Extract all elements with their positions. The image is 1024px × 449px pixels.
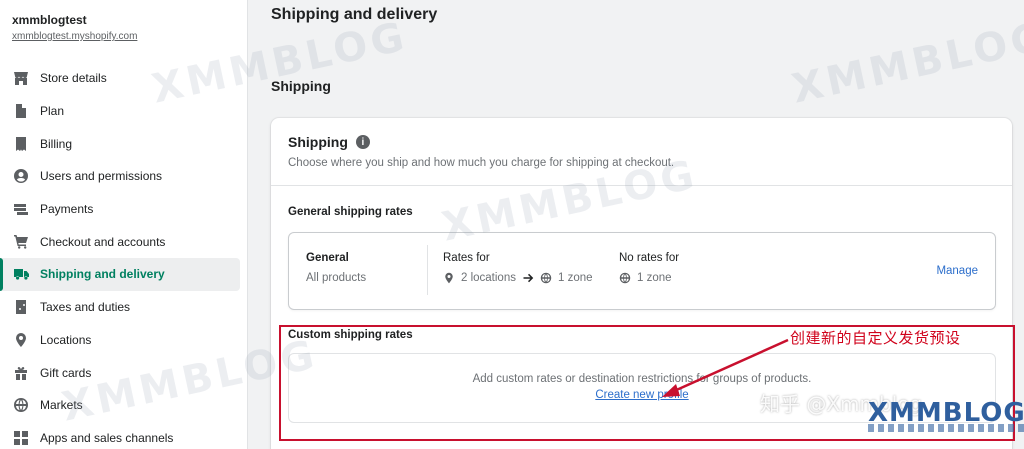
main-content: Shipping and delivery Shipping Shipping …	[248, 0, 1024, 449]
custom-rates-title: Custom shipping rates	[288, 329, 413, 341]
sidebar-item-label: Gift cards	[40, 365, 92, 380]
apps-icon	[12, 429, 30, 447]
card-subtitle: Choose where you ship and how much you c…	[288, 157, 675, 169]
general-profile[interactable]: General All products Rates for 2 locatio…	[288, 232, 996, 310]
annotation-label: 创建新的自定义发货预设	[790, 329, 961, 347]
sidebar-item-store-details[interactable]: Store details	[0, 62, 247, 95]
profile-name: General	[306, 252, 349, 264]
sidebar-item-plan[interactable]: Plan	[0, 95, 247, 128]
globe-icon	[12, 396, 30, 414]
section-heading: Shipping	[271, 78, 331, 94]
sidebar-item-label: Store details	[40, 71, 107, 86]
no-rates-zone-count: 1 zone	[637, 272, 672, 284]
billing-icon	[12, 135, 30, 153]
sidebar-item-label: Checkout and accounts	[40, 234, 166, 249]
gift-icon	[12, 364, 30, 382]
cart-icon	[12, 233, 30, 251]
custom-rates-description: Add custom rates or destination restrict…	[472, 373, 812, 385]
manage-link[interactable]: Manage	[936, 265, 978, 277]
locations-count: 2 locations	[461, 272, 516, 284]
sidebar-item-locations[interactable]: Locations	[0, 324, 247, 357]
payments-icon	[12, 200, 30, 218]
create-new-profile-link[interactable]: Create new profile	[595, 389, 688, 401]
tax-icon	[12, 298, 30, 316]
sidebar-item-taxes-and-duties[interactable]: Taxes and duties	[0, 291, 247, 324]
store-name: xmmblogtest	[12, 13, 87, 27]
plan-icon	[12, 102, 30, 120]
sidebar-item-label: Payments	[40, 202, 94, 217]
no-rates-col: No rates for 1 zone	[619, 252, 679, 284]
sidebar-item-label: Markets	[40, 398, 83, 413]
sidebar-item-label: Users and permissions	[40, 169, 163, 184]
settings-sidebar: xmmblogtest xmmblogtest.myshopify.com St…	[0, 0, 248, 449]
sidebar-item-users-and-permissions[interactable]: Users and permissions	[0, 160, 247, 193]
sidebar-item-markets[interactable]: Markets	[0, 389, 247, 422]
globe-icon	[540, 272, 552, 284]
sidebar-item-label: Shipping and delivery	[40, 267, 165, 282]
shipping-card: Shipping i Choose where you ship and how…	[271, 118, 1012, 449]
profile-name-col: General All products	[306, 252, 366, 284]
store-url-link[interactable]: xmmblogtest.myshopify.com	[12, 31, 235, 42]
truck-icon	[12, 265, 30, 283]
sidebar-item-apps-and-sales-channels[interactable]: Apps and sales channels	[0, 422, 247, 449]
store-header: xmmblogtest xmmblogtest.myshopify.com	[0, 0, 247, 48]
divider	[427, 245, 428, 295]
rates-for-label: Rates for	[443, 252, 490, 264]
rates-for-col: Rates for 2 locations 1 zone	[443, 252, 593, 284]
user-icon	[12, 167, 30, 185]
sidebar-item-label: Billing	[40, 136, 73, 151]
sidebar-item-checkout-and-accounts[interactable]: Checkout and accounts	[0, 225, 247, 258]
sidebar-item-label: Plan	[40, 104, 65, 119]
sidebar-item-label: Taxes and duties	[40, 300, 131, 315]
location-icon	[12, 331, 30, 349]
page-title: Shipping and delivery	[271, 6, 438, 23]
settings-nav: Store details Plan Billing Users and permis…	[0, 62, 247, 449]
no-rates-label: No rates for	[619, 252, 680, 264]
sidebar-item-label: Apps and sales channels	[40, 430, 174, 445]
zone-count: 1 zone	[557, 272, 593, 284]
store-icon	[12, 69, 30, 87]
globe-icon	[619, 272, 631, 284]
profile-products: All products	[306, 272, 367, 284]
card-header: Shipping i Choose where you ship and how…	[271, 118, 1012, 186]
info-icon[interactable]: i	[355, 135, 370, 149]
sidebar-item-payments[interactable]: Payments	[0, 193, 247, 226]
sidebar-item-gift-cards[interactable]: Gift cards	[0, 356, 247, 389]
sidebar-item-billing[interactable]: Billing	[0, 127, 247, 160]
arrow-right-icon	[523, 273, 534, 283]
sidebar-item-label: Locations	[40, 332, 92, 347]
general-rates-title: General shipping rates	[288, 206, 413, 218]
location-pin-icon	[445, 272, 453, 284]
card-title: Shipping	[288, 134, 348, 150]
custom-rates-empty-state: Add custom rates or destination restrict…	[288, 353, 996, 423]
sidebar-item-shipping-and-delivery[interactable]: Shipping and delivery	[0, 258, 240, 291]
